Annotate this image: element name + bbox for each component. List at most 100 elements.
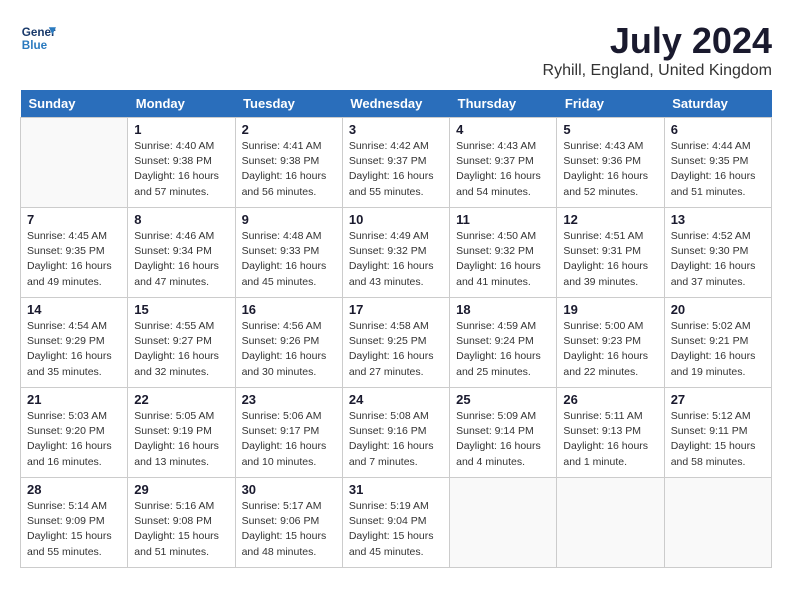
calendar-cell: 20 Sunrise: 5:02 AM Sunset: 9:21 PM Dayli… xyxy=(664,298,771,388)
month-title: July 2024 xyxy=(543,20,772,62)
calendar-cell: 15 Sunrise: 4:55 AM Sunset: 9:27 PM Dayli… xyxy=(128,298,235,388)
day-number: 20 xyxy=(671,302,765,317)
weekday-header-monday: Monday xyxy=(128,90,235,118)
day-info: Sunrise: 5:02 AM Sunset: 9:21 PM Dayligh… xyxy=(671,319,765,380)
day-info: Sunrise: 5:12 AM Sunset: 9:11 PM Dayligh… xyxy=(671,409,765,470)
day-number: 13 xyxy=(671,212,765,227)
day-number: 18 xyxy=(456,302,550,317)
day-number: 23 xyxy=(242,392,336,407)
day-number: 7 xyxy=(27,212,121,227)
day-info: Sunrise: 5:16 AM Sunset: 9:08 PM Dayligh… xyxy=(134,499,228,560)
day-info: Sunrise: 5:08 AM Sunset: 9:16 PM Dayligh… xyxy=(349,409,443,470)
day-info: Sunrise: 5:00 AM Sunset: 9:23 PM Dayligh… xyxy=(563,319,657,380)
calendar-body: 1 Sunrise: 4:40 AM Sunset: 9:38 PM Daylig… xyxy=(21,118,772,568)
day-info: Sunrise: 4:42 AM Sunset: 9:37 PM Dayligh… xyxy=(349,139,443,200)
calendar-cell: 6 Sunrise: 4:44 AM Sunset: 9:35 PM Daylig… xyxy=(664,118,771,208)
day-number: 15 xyxy=(134,302,228,317)
day-number: 16 xyxy=(242,302,336,317)
day-number: 31 xyxy=(349,482,443,497)
weekday-header-wednesday: Wednesday xyxy=(342,90,449,118)
day-info: Sunrise: 4:43 AM Sunset: 9:36 PM Dayligh… xyxy=(563,139,657,200)
calendar-cell: 26 Sunrise: 5:11 AM Sunset: 9:13 PM Dayli… xyxy=(557,388,664,478)
day-number: 2 xyxy=(242,122,336,137)
day-info: Sunrise: 5:09 AM Sunset: 9:14 PM Dayligh… xyxy=(456,409,550,470)
calendar-cell: 10Sunrise: 4:49 AM Sunset: 9:32 PM Dayli… xyxy=(342,208,449,298)
title-block: July 2024 Ryhill, England, United Kingdo… xyxy=(543,20,772,80)
day-number: 28 xyxy=(27,482,121,497)
calendar-cell: 1 Sunrise: 4:40 AM Sunset: 9:38 PM Daylig… xyxy=(128,118,235,208)
calendar-cell: 19 Sunrise: 5:00 AM Sunset: 9:23 PM Dayli… xyxy=(557,298,664,388)
day-info: Sunrise: 4:55 AM Sunset: 9:27 PM Dayligh… xyxy=(134,319,228,380)
day-number: 5 xyxy=(563,122,657,137)
day-info: Sunrise: 4:50 AM Sunset: 9:32 PM Dayligh… xyxy=(456,229,550,290)
week-row-5: 28 Sunrise: 5:14 AM Sunset: 9:09 PM Dayli… xyxy=(21,478,772,568)
day-number: 19 xyxy=(563,302,657,317)
day-info: Sunrise: 4:43 AM Sunset: 9:37 PM Dayligh… xyxy=(456,139,550,200)
day-info: Sunrise: 5:17 AM Sunset: 9:06 PM Dayligh… xyxy=(242,499,336,560)
weekday-header-saturday: Saturday xyxy=(664,90,771,118)
day-info: Sunrise: 4:44 AM Sunset: 9:35 PM Dayligh… xyxy=(671,139,765,200)
day-info: Sunrise: 4:58 AM Sunset: 9:25 PM Dayligh… xyxy=(349,319,443,380)
calendar-cell: 21Sunrise: 5:03 AM Sunset: 9:20 PM Dayli… xyxy=(21,388,128,478)
calendar-cell: 7Sunrise: 4:45 AM Sunset: 9:35 PM Daylig… xyxy=(21,208,128,298)
day-info: Sunrise: 5:11 AM Sunset: 9:13 PM Dayligh… xyxy=(563,409,657,470)
day-number: 24 xyxy=(349,392,443,407)
week-row-4: 21Sunrise: 5:03 AM Sunset: 9:20 PM Dayli… xyxy=(21,388,772,478)
weekday-header-row: SundayMondayTuesdayWednesdayThursdayFrid… xyxy=(21,90,772,118)
svg-text:Blue: Blue xyxy=(22,39,48,52)
calendar-cell: 12Sunrise: 4:51 AM Sunset: 9:31 PM Dayli… xyxy=(557,208,664,298)
calendar-cell: 3Sunrise: 4:42 AM Sunset: 9:37 PM Daylig… xyxy=(342,118,449,208)
calendar-cell: 18 Sunrise: 4:59 AM Sunset: 9:24 PM Dayli… xyxy=(450,298,557,388)
day-number: 30 xyxy=(242,482,336,497)
calendar-cell: 8Sunrise: 4:46 AM Sunset: 9:34 PM Daylig… xyxy=(128,208,235,298)
day-info: Sunrise: 4:41 AM Sunset: 9:38 PM Dayligh… xyxy=(242,139,336,200)
day-info: Sunrise: 4:49 AM Sunset: 9:32 PM Dayligh… xyxy=(349,229,443,290)
calendar-cell: 2 Sunrise: 4:41 AM Sunset: 9:38 PM Daylig… xyxy=(235,118,342,208)
calendar-cell: 16 Sunrise: 4:56 AM Sunset: 9:26 PM Dayli… xyxy=(235,298,342,388)
calendar-cell: 4 Sunrise: 4:43 AM Sunset: 9:37 PM Daylig… xyxy=(450,118,557,208)
day-number: 25 xyxy=(456,392,550,407)
day-number: 1 xyxy=(134,122,228,137)
calendar-cell: 14 Sunrise: 4:54 AM Sunset: 9:29 PM Dayli… xyxy=(21,298,128,388)
calendar-cell: 28 Sunrise: 5:14 AM Sunset: 9:09 PM Dayli… xyxy=(21,478,128,568)
location: Ryhill, England, United Kingdom xyxy=(543,62,772,80)
day-number: 4 xyxy=(456,122,550,137)
calendar-cell: 29 Sunrise: 5:16 AM Sunset: 9:08 PM Dayli… xyxy=(128,478,235,568)
page-header: General Blue July 2024 Ryhill, England, … xyxy=(20,20,772,80)
day-info: Sunrise: 4:59 AM Sunset: 9:24 PM Dayligh… xyxy=(456,319,550,380)
day-number: 11 xyxy=(456,212,550,227)
day-number: 14 xyxy=(27,302,121,317)
day-number: 26 xyxy=(563,392,657,407)
calendar-cell: 9Sunrise: 4:48 AM Sunset: 9:33 PM Daylig… xyxy=(235,208,342,298)
weekday-header-thursday: Thursday xyxy=(450,90,557,118)
calendar-cell xyxy=(21,118,128,208)
calendar-cell: 25 Sunrise: 5:09 AM Sunset: 9:14 PM Dayli… xyxy=(450,388,557,478)
calendar-cell xyxy=(557,478,664,568)
day-number: 27 xyxy=(671,392,765,407)
day-info: Sunrise: 4:56 AM Sunset: 9:26 PM Dayligh… xyxy=(242,319,336,380)
week-row-1: 1 Sunrise: 4:40 AM Sunset: 9:38 PM Daylig… xyxy=(21,118,772,208)
calendar-cell: 17 Sunrise: 4:58 AM Sunset: 9:25 PM Dayli… xyxy=(342,298,449,388)
day-info: Sunrise: 5:14 AM Sunset: 9:09 PM Dayligh… xyxy=(27,499,121,560)
calendar-cell: 13 Sunrise: 4:52 AM Sunset: 9:30 PM Dayli… xyxy=(664,208,771,298)
calendar-cell: 5 Sunrise: 4:43 AM Sunset: 9:36 PM Daylig… xyxy=(557,118,664,208)
logo-icon: General Blue xyxy=(20,20,56,56)
day-info: Sunrise: 4:40 AM Sunset: 9:38 PM Dayligh… xyxy=(134,139,228,200)
day-info: Sunrise: 4:51 AM Sunset: 9:31 PM Dayligh… xyxy=(563,229,657,290)
day-number: 29 xyxy=(134,482,228,497)
day-number: 6 xyxy=(671,122,765,137)
day-info: Sunrise: 5:19 AM Sunset: 9:04 PM Dayligh… xyxy=(349,499,443,560)
calendar-cell: 27 Sunrise: 5:12 AM Sunset: 9:11 PM Dayli… xyxy=(664,388,771,478)
day-info: Sunrise: 4:54 AM Sunset: 9:29 PM Dayligh… xyxy=(27,319,121,380)
calendar-cell: 22Sunrise: 5:05 AM Sunset: 9:19 PM Dayli… xyxy=(128,388,235,478)
day-number: 17 xyxy=(349,302,443,317)
weekday-header-tuesday: Tuesday xyxy=(235,90,342,118)
calendar-cell: 31 Sunrise: 5:19 AM Sunset: 9:04 PM Dayli… xyxy=(342,478,449,568)
weekday-header-sunday: Sunday xyxy=(21,90,128,118)
day-number: 8 xyxy=(134,212,228,227)
day-info: Sunrise: 5:05 AM Sunset: 9:19 PM Dayligh… xyxy=(134,409,228,470)
weekday-header-friday: Friday xyxy=(557,90,664,118)
logo: General Blue xyxy=(20,20,56,56)
day-info: Sunrise: 4:52 AM Sunset: 9:30 PM Dayligh… xyxy=(671,229,765,290)
day-info: Sunrise: 4:48 AM Sunset: 9:33 PM Dayligh… xyxy=(242,229,336,290)
